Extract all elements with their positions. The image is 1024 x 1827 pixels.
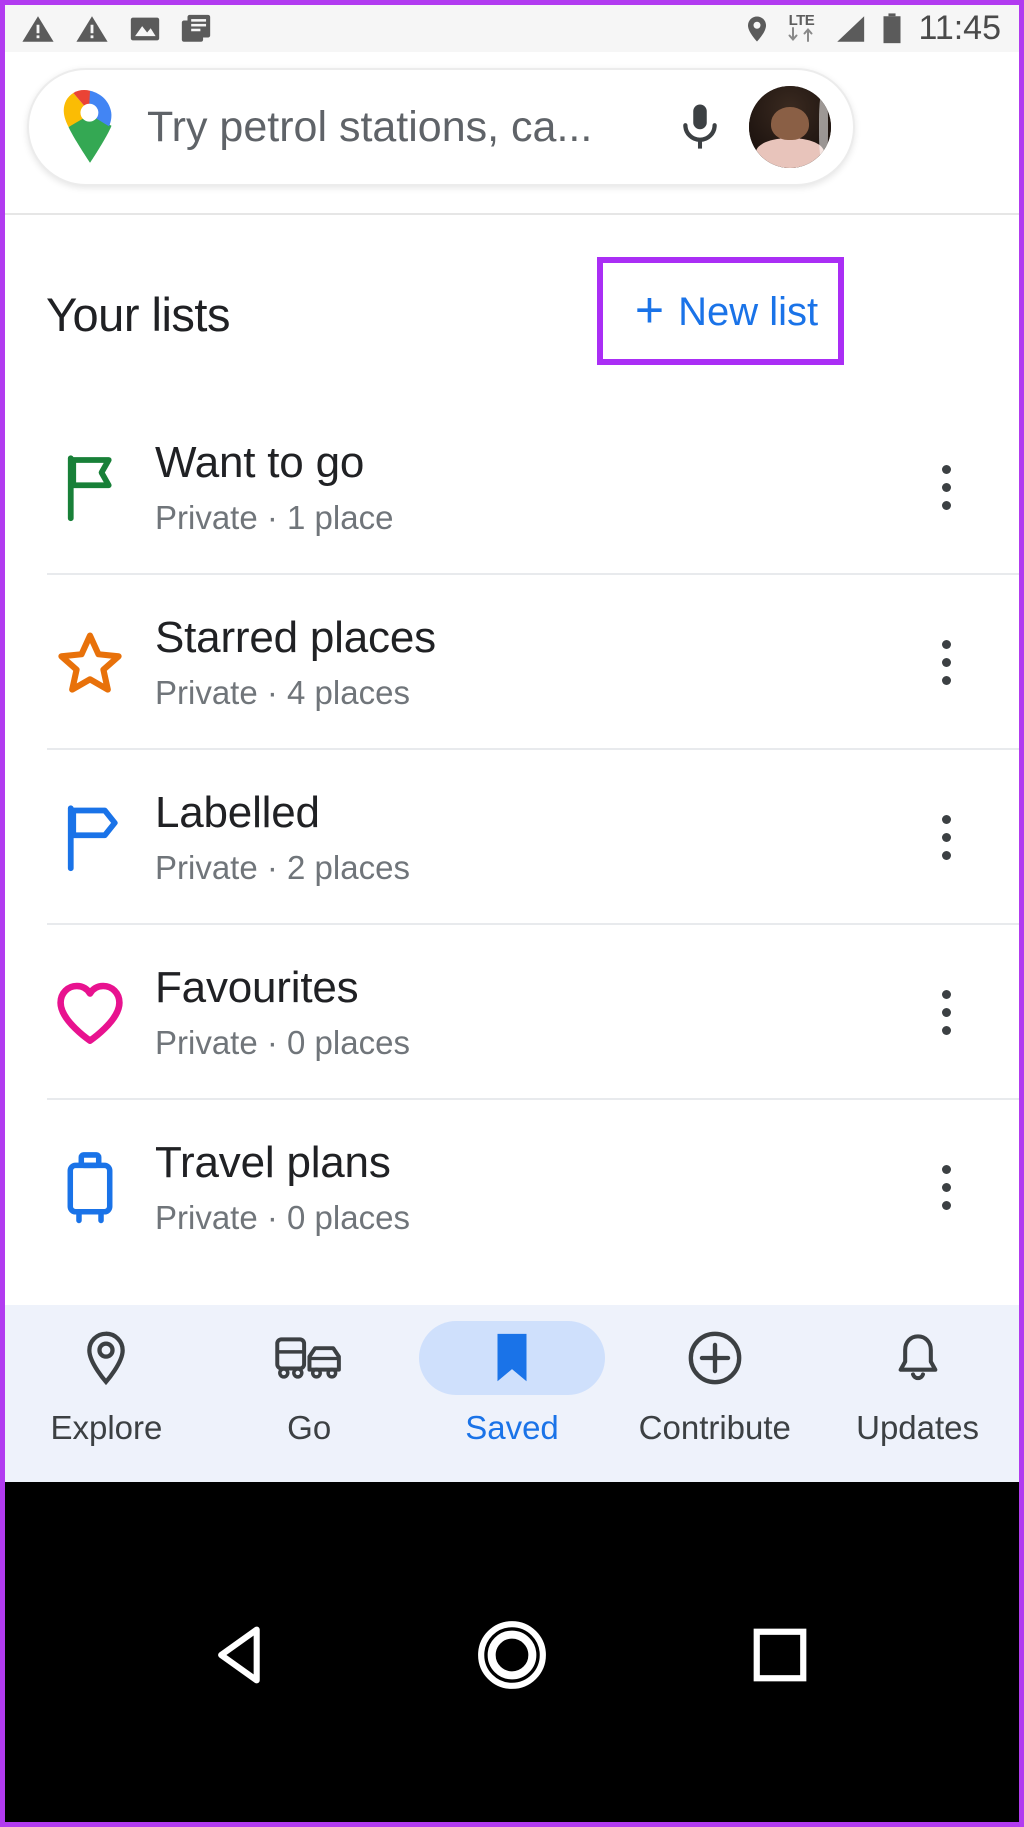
recents-button[interactable] <box>725 1600 835 1710</box>
app-screen: LTE 11:45 Try petrol stations, ca... You… <box>0 0 1024 1827</box>
list-item[interactable]: Favourites Private · 0 places <box>5 925 1019 1100</box>
list-item[interactable]: Starred places Private · 4 places <box>5 575 1019 750</box>
saved-lists-panel: Your lists + New list Want to go Private… <box>5 215 1019 1305</box>
location-pin-icon <box>87 1331 126 1386</box>
new-list-label: New list <box>678 289 819 334</box>
nav-tab-updates[interactable]: Updates <box>816 1321 1019 1447</box>
plus-icon: + <box>634 282 665 338</box>
nav-tab-saved[interactable]: Saved <box>411 1321 614 1447</box>
android-system-bar <box>0 1482 1024 1827</box>
location-pin-icon <box>748 16 767 41</box>
list-item-title: Favourites <box>155 962 359 1012</box>
nav-icon-wrap <box>216 1321 402 1395</box>
nav-label-contribute: Contribute <box>638 1409 791 1446</box>
transit-car-icon <box>275 1337 342 1379</box>
bottom-navigation-bar: Explore Go Saved Contribute Updates <box>5 1305 1019 1482</box>
warning-triangle-icon <box>22 15 54 42</box>
suitcase-icon <box>47 1150 133 1226</box>
document-stack-icon <box>181 14 211 42</box>
nav-label-saved: Saved <box>465 1409 559 1446</box>
lists-header: Your lists + New list <box>5 215 1019 400</box>
nav-tab-go[interactable]: Go <box>208 1321 411 1447</box>
bookmark-icon <box>497 1333 527 1382</box>
status-bar-left-icons <box>19 11 213 47</box>
star-icon <box>47 628 133 698</box>
nav-icon-wrap <box>825 1321 1011 1395</box>
lte-icon: LTE <box>783 13 819 44</box>
list-item[interactable]: Want to go Private · 1 place <box>5 400 1019 575</box>
more-options-icon[interactable] <box>891 433 1001 543</box>
heart-icon <box>47 980 133 1046</box>
nav-label-updates: Updates <box>856 1409 980 1446</box>
home-button[interactable] <box>457 1600 567 1710</box>
home-circle-icon <box>478 1620 546 1689</box>
more-options-icon[interactable] <box>891 783 1001 893</box>
more-options-icon[interactable] <box>891 1133 1001 1243</box>
new-list-button[interactable]: + New list <box>614 268 839 356</box>
list-item-text: Travel plans Private · 0 places <box>155 1138 891 1238</box>
list-item-subtitle: Private · 0 places <box>155 1024 410 1062</box>
search-bar[interactable]: Try petrol stations, ca... <box>27 68 855 186</box>
search-input[interactable]: Try petrol stations, ca... <box>147 103 673 152</box>
nav-label-go: Go <box>287 1409 332 1446</box>
warning-triangle-icon <box>76 15 108 42</box>
lists-container: Want to go Private · 1 place Starred pla… <box>5 400 1019 1275</box>
list-item-title: Labelled <box>155 787 320 837</box>
status-bar-right-icons: LTE 11:45 <box>742 9 1001 48</box>
nav-label-explore: Explore <box>50 1409 163 1446</box>
label-flag-icon <box>47 801 133 875</box>
list-item-title: Want to go <box>155 437 365 487</box>
list-item-title: Starred places <box>155 612 436 662</box>
nav-tab-contribute[interactable]: Contribute <box>613 1321 816 1447</box>
recents-square-icon <box>753 1628 807 1681</box>
more-options-icon[interactable] <box>891 608 1001 718</box>
bell-icon <box>898 1334 937 1381</box>
nav-icon-wrap <box>13 1321 199 1395</box>
nav-icon-wrap <box>622 1321 808 1395</box>
list-item[interactable]: Labelled Private · 2 places <box>5 750 1019 925</box>
more-options-icon[interactable] <box>891 958 1001 1068</box>
account-avatar[interactable] <box>749 86 831 168</box>
list-item[interactable]: Travel plans Private · 0 places <box>5 1100 1019 1275</box>
status-bar: LTE 11:45 <box>5 5 1019 52</box>
back-button[interactable] <box>189 1600 299 1710</box>
nav-tab-explore[interactable]: Explore <box>5 1321 208 1447</box>
plus-circle-icon <box>688 1331 742 1385</box>
back-triangle-icon <box>218 1626 260 1683</box>
status-clock: 11:45 <box>918 9 1001 47</box>
image-icon <box>130 17 160 40</box>
list-item-text: Starred places Private · 4 places <box>155 613 891 713</box>
google-maps-logo <box>63 90 112 163</box>
microphone-icon[interactable] <box>673 92 727 162</box>
list-item-subtitle: Private · 1 place <box>155 499 394 537</box>
nav-icon-wrap <box>418 1321 605 1395</box>
flag-icon <box>47 451 133 525</box>
list-item-title: Travel plans <box>155 1137 391 1187</box>
battery-icon <box>883 12 901 43</box>
page-title: Your lists <box>46 288 230 341</box>
list-item-subtitle: Private · 0 places <box>155 1199 410 1237</box>
search-area: Try petrol stations, ca... <box>5 52 1019 215</box>
list-item-subtitle: Private · 4 places <box>155 674 410 712</box>
list-item-text: Labelled Private · 2 places <box>155 788 891 888</box>
list-item-text: Favourites Private · 0 places <box>155 963 891 1063</box>
list-item-text: Want to go Private · 1 place <box>155 438 891 538</box>
list-item-subtitle: Private · 2 places <box>155 849 410 887</box>
signal-icon <box>837 15 865 42</box>
